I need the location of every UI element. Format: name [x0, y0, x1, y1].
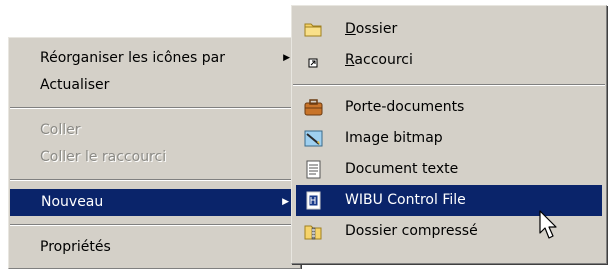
menu-item-label: Coller le raccourci — [40, 149, 167, 165]
submenu-item-accelerator: D — [345, 21, 356, 37]
folder-icon — [304, 20, 323, 39]
submenu-item-label: Dossier compressé — [345, 223, 478, 239]
desktop-context-menu: Réorganiser les icônes par ▶ Actualiser … — [8, 37, 301, 269]
submenu-item-text-document[interactable]: Document texte — [292, 154, 606, 185]
submenu-item-accelerator: R — [345, 52, 355, 68]
submenu-item-label: ossier — [355, 21, 398, 37]
submenu-item-label: WIBU Control File — [345, 192, 466, 208]
menu-item-new[interactable]: Nouveau ▶ — [10, 189, 299, 216]
submenu-item-bitmap[interactable]: Image bitmap — [292, 123, 606, 154]
submenu-arrow-icon: ▶ — [282, 197, 289, 207]
menu-separator — [10, 179, 299, 181]
submenu-item-label: Image bitmap — [345, 130, 443, 146]
wibu-file-icon — [304, 191, 323, 210]
menu-separator — [10, 107, 299, 109]
submenu-arrow-icon: ▶ — [283, 53, 290, 63]
menu-separator — [10, 224, 299, 226]
text-document-icon — [304, 160, 323, 179]
menu-item-label: Réorganiser les icônes par — [40, 50, 225, 66]
menu-item-properties[interactable]: Propriétés — [9, 234, 300, 261]
menu-separator — [293, 84, 605, 86]
submenu-item-label: accourci — [354, 52, 413, 68]
menu-item-paste: Coller — [9, 117, 300, 144]
menu-item-label: Actualiser — [40, 77, 110, 93]
submenu-item-folder[interactable]: Dossier — [292, 14, 606, 45]
submenu-item-label: Porte-documents — [345, 99, 465, 115]
menu-item-label: Propriétés — [40, 239, 111, 255]
submenu-item-briefcase[interactable]: Porte-documents — [292, 92, 606, 123]
bitmap-icon — [304, 129, 323, 148]
mouse-cursor-icon — [539, 210, 561, 242]
submenu-item-label: Document texte — [345, 161, 459, 177]
menu-item-label: Nouveau — [41, 194, 104, 210]
menu-item-paste-shortcut: Coller le raccourci — [9, 144, 300, 171]
menu-item-arrange-icons[interactable]: Réorganiser les icônes par ▶ — [9, 45, 300, 72]
submenu-item-shortcut[interactable]: Raccourci — [292, 45, 606, 76]
zip-folder-icon — [304, 222, 323, 241]
menu-item-label: Coller — [40, 122, 81, 138]
menu-item-refresh[interactable]: Actualiser — [9, 72, 300, 99]
briefcase-icon — [304, 98, 323, 117]
shortcut-icon — [304, 51, 323, 70]
